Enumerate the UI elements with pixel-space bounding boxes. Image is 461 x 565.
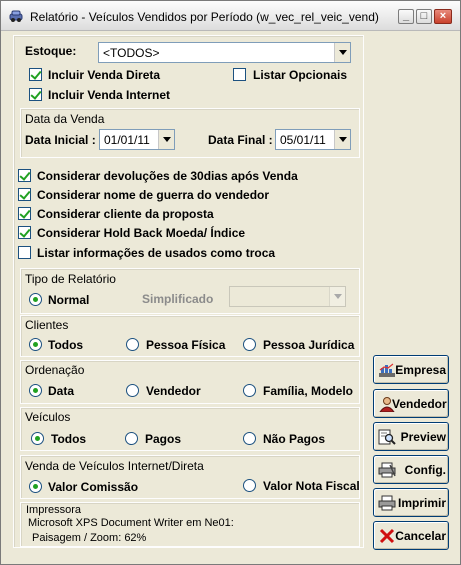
usados-troca-label: Listar informações de usados como troca xyxy=(37,246,276,260)
pagos-radio[interactable] xyxy=(125,432,138,445)
data-inicial-field[interactable]: 01/01/11 xyxy=(99,129,175,150)
incluir-venda-direta-label: Incluir Venda Direta xyxy=(48,68,161,82)
impressora-title: Impressora xyxy=(26,504,82,516)
pessoa-juridica-label: Pessoa Jurídica xyxy=(263,338,355,352)
veiculos-todos-label: Todos xyxy=(51,432,87,446)
data-inicial-label: Data Inicial : xyxy=(25,133,96,147)
nao-pagos-radio[interactable] xyxy=(243,432,256,445)
valor-nota-fiscal-label: Valor Nota Fiscal xyxy=(263,479,360,493)
ordenacao-vendedor-label: Vendedor xyxy=(146,384,201,398)
venda-internet-title: Venda de Veículos Internet/Direta xyxy=(25,459,204,473)
hold-back-checkbox[interactable] xyxy=(18,226,31,239)
minimize-button[interactable]: _ xyxy=(398,9,414,24)
pagos-label: Pagos xyxy=(145,432,182,446)
clientes-todos-radio[interactable] xyxy=(29,338,42,351)
data-final-label: Data Final : xyxy=(208,133,273,147)
normal-radio[interactable] xyxy=(29,293,42,306)
veiculos-title: Veículos xyxy=(25,410,71,424)
familia-modelo-label: Família, Modelo xyxy=(263,384,354,398)
cliente-proposta-label: Considerar cliente da proposta xyxy=(37,207,214,221)
incluir-venda-internet-checkbox[interactable] xyxy=(29,88,42,101)
ordenacao-vendedor-radio[interactable] xyxy=(126,384,139,397)
data-venda-title: Data da Venda xyxy=(25,112,105,126)
empresa-button[interactable]: Empresa xyxy=(373,355,449,384)
clientes-title: Clientes xyxy=(25,318,69,332)
ordenacao-data-radio[interactable] xyxy=(29,384,42,397)
pessoa-fisica-radio[interactable] xyxy=(126,338,139,351)
config-button[interactable]: Config. xyxy=(373,455,449,484)
hold-back-label: Considerar Hold Back Moeda/ Índice xyxy=(37,226,246,240)
cliente-proposta-checkbox[interactable] xyxy=(18,207,31,220)
pessoa-juridica-radio[interactable] xyxy=(243,338,256,351)
cancelar-button[interactable]: Cancelar xyxy=(373,521,449,550)
ordenacao-data-label: Data xyxy=(48,384,75,398)
close-button[interactable]: × xyxy=(434,9,452,24)
devolucoes-label: Considerar devoluções de 30dias após Ven… xyxy=(37,169,298,183)
normal-label: Normal xyxy=(48,293,90,307)
nome-guerra-label: Considerar nome de guerra do vendedor xyxy=(37,188,270,202)
chevron-down-icon[interactable] xyxy=(334,43,350,62)
veiculos-todos-radio[interactable] xyxy=(31,432,44,445)
preview-button[interactable]: Preview xyxy=(373,422,449,451)
devolucoes-checkbox[interactable] xyxy=(18,169,31,182)
preview-label: Preview xyxy=(400,430,446,444)
imprimir-button[interactable]: Imprimir xyxy=(373,488,449,517)
maximize-icon: □ xyxy=(420,10,428,22)
ordenacao-title: Ordenação xyxy=(25,363,85,377)
incluir-venda-direta-checkbox[interactable] xyxy=(29,68,42,81)
report-window: Relatório - Veículos Vendidos por Períod… xyxy=(0,0,461,565)
estoque-label: Estoque: xyxy=(25,44,77,58)
incluir-venda-internet-label: Incluir Venda Internet xyxy=(48,88,171,102)
chevron-down-icon[interactable] xyxy=(329,287,345,306)
impressora-zoom: Paisagem / Zoom: 62% xyxy=(32,532,147,544)
car-app-icon xyxy=(9,10,23,22)
vendedor-button[interactable]: Vendedor xyxy=(373,389,449,418)
data-inicial-value: 01/01/11 xyxy=(104,133,150,147)
imprimir-label: Imprimir xyxy=(397,496,446,510)
valor-comissao-label: Valor Comissão xyxy=(48,480,139,494)
estoque-value: <TODOS> xyxy=(103,46,160,60)
calendar-dropdown-icon[interactable] xyxy=(334,130,350,149)
vendedor-label: Vendedor xyxy=(392,397,447,411)
minimize-icon: _ xyxy=(402,10,410,22)
nao-pagos-label: Não Pagos xyxy=(263,432,326,446)
close-icon: × xyxy=(439,10,447,22)
title-bar[interactable]: Relatório - Veículos Vendidos por Períod… xyxy=(1,1,460,31)
usados-troca-checkbox[interactable] xyxy=(18,246,31,259)
valor-nota-fiscal-radio[interactable] xyxy=(243,479,256,492)
simplificado-select[interactable] xyxy=(229,286,346,307)
data-final-value: 05/01/11 xyxy=(280,133,326,147)
familia-modelo-radio[interactable] xyxy=(243,384,256,397)
listar-opcionais-label: Listar Opcionais xyxy=(253,68,348,82)
window-title: Relatório - Veículos Vendidos por Períod… xyxy=(30,10,379,24)
simplificado-label: Simplificado xyxy=(142,292,214,306)
empresa-label: Empresa xyxy=(395,363,446,377)
valor-comissao-radio[interactable] xyxy=(29,480,42,493)
calendar-dropdown-icon[interactable] xyxy=(158,130,174,149)
pessoa-fisica-label: Pessoa Física xyxy=(146,338,226,352)
nome-guerra-checkbox[interactable] xyxy=(18,188,31,201)
cancelar-label: Cancelar xyxy=(395,529,446,543)
data-final-field[interactable]: 05/01/11 xyxy=(275,129,351,150)
maximize-button[interactable]: □ xyxy=(416,9,432,24)
config-label: Config. xyxy=(404,463,446,477)
tipo-relatorio-title: Tipo de Relatório xyxy=(25,272,116,286)
impressora-device: Microsoft XPS Document Writer em Ne01: xyxy=(28,517,234,529)
clientes-todos-label: Todos xyxy=(48,338,84,352)
listar-opcionais-checkbox[interactable] xyxy=(233,68,246,81)
estoque-select[interactable]: <TODOS> xyxy=(98,42,351,63)
